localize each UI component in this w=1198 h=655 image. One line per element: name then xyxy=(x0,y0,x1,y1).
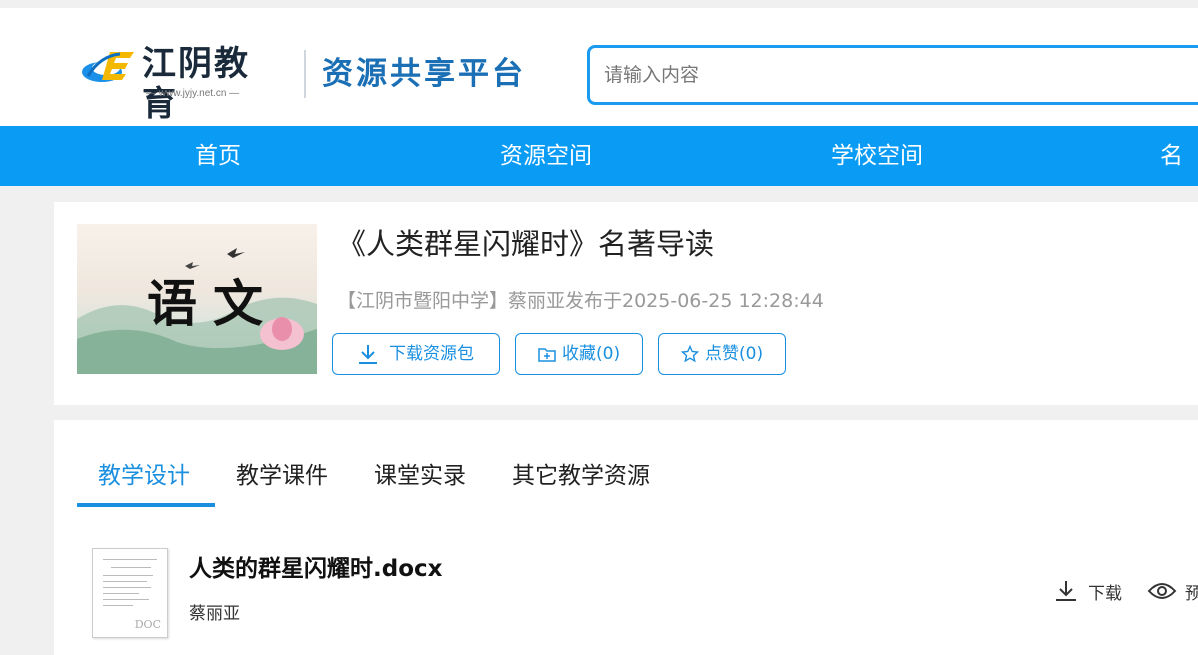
platform-title: 资源共享平台 xyxy=(322,56,526,92)
download-package-button[interactable]: 下载资源包 xyxy=(332,333,500,375)
nav-item-school-space[interactable]: 学校空间 xyxy=(831,126,923,186)
search-box[interactable] xyxy=(587,45,1198,105)
site-logo[interactable]: 江阴教育 — www.jyjy.net.cn — xyxy=(80,44,280,124)
resource-card: 语文 《人类群星闪耀时》名著导读 【江阴市暨阳中学】蔡丽亚发布于2025-06-… xyxy=(54,202,1198,405)
favorite-label: 收藏(0) xyxy=(562,344,621,364)
top-strip xyxy=(0,0,1198,8)
logo-divider xyxy=(304,50,306,98)
resource-content-card: 教学设计 教学课件 课堂实录 其它教学资源 DOC 人类的群星闪耀时.docx … xyxy=(54,420,1198,655)
logo-text: 江阴教育 xyxy=(142,44,250,124)
search-input[interactable] xyxy=(604,60,1164,90)
favorite-button[interactable]: 收藏(0) xyxy=(515,333,643,375)
active-tab-indicator xyxy=(77,503,215,507)
tab-teaching-design[interactable]: 教学设计 xyxy=(98,456,190,496)
tab-classroom-record[interactable]: 课堂实录 xyxy=(374,456,466,496)
download-icon xyxy=(357,334,379,374)
like-button[interactable]: 点赞(0) xyxy=(658,333,786,375)
main-nav: 首页 资源空间 学校空间 名师 xyxy=(0,126,1198,229)
nav-item-home[interactable]: 首页 xyxy=(195,126,241,186)
tab-teaching-courseware[interactable]: 教学课件 xyxy=(236,456,328,496)
tab-other-resources[interactable]: 其它教学资源 xyxy=(512,456,650,496)
download-icon xyxy=(1054,579,1078,603)
file-name[interactable]: 人类的群星闪耀时.docx xyxy=(189,552,442,586)
site-header: 江阴教育 — www.jyjy.net.cn — 资源共享平台 xyxy=(0,8,1198,126)
star-icon xyxy=(681,334,699,374)
cover-text: 语文 xyxy=(147,274,279,333)
logo-mark-icon xyxy=(82,52,134,82)
file-download-button[interactable]: 下载 xyxy=(1054,576,1122,606)
file-preview-label: 预 xyxy=(1185,583,1198,604)
nav-item-famous-teachers[interactable]: 名师 xyxy=(1160,126,1198,229)
like-label: 点赞(0) xyxy=(705,344,764,364)
file-preview-button[interactable]: 预 xyxy=(1147,576,1198,606)
file-download-label: 下载 xyxy=(1088,583,1122,604)
file-thumbnail[interactable]: DOC xyxy=(92,548,168,638)
resource-title: 《人类群星闪耀时》名著导读 xyxy=(337,227,715,261)
resource-meta: 【江阴市暨阳中学】蔡丽亚发布于2025-06-25 12:28:44 xyxy=(337,290,824,312)
folder-plus-icon xyxy=(538,334,556,374)
resource-cover-image: 语文 xyxy=(77,224,317,374)
file-author: 蔡丽亚 xyxy=(189,604,240,624)
download-package-label: 下载资源包 xyxy=(389,344,474,364)
logo-url: — www.jyjy.net.cn — xyxy=(146,88,240,99)
file-type-label: DOC xyxy=(134,618,161,631)
nav-item-resource-space[interactable]: 资源空间 xyxy=(500,126,592,186)
eye-icon xyxy=(1147,580,1177,602)
